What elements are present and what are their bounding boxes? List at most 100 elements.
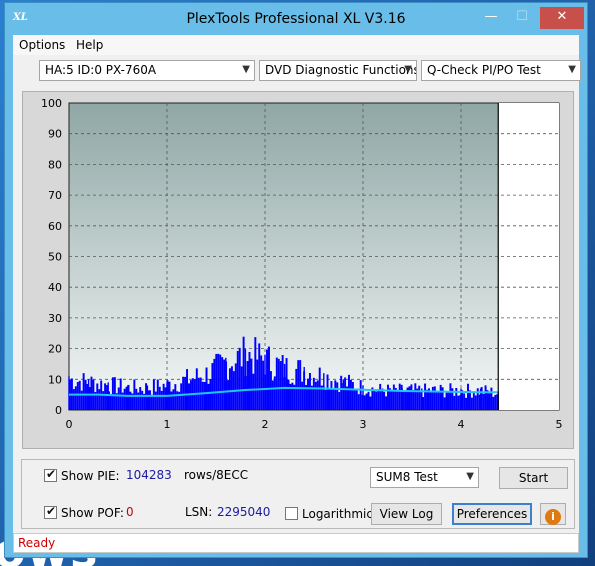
pie-bar [223, 359, 226, 410]
pie-bar [336, 382, 339, 410]
info-icon: i [545, 509, 561, 525]
pie-bar [465, 397, 468, 410]
lsn-label: LSN: [185, 505, 213, 519]
pie-bar [170, 391, 173, 410]
x-tick-label: 5 [556, 418, 563, 431]
sum-test-select[interactable]: SUM8 Test ▼ [370, 467, 479, 488]
pie-bar [308, 373, 311, 410]
pie-bar [98, 389, 101, 410]
pie-bar [299, 360, 302, 410]
pie-bar [418, 385, 421, 410]
lsn-value: 2295040 [217, 505, 271, 519]
pie-bar [188, 383, 190, 410]
pie-bar [76, 382, 79, 410]
logarithmic-label: Logarithmic [302, 507, 373, 521]
pie-bar [449, 383, 452, 410]
pie-bar [207, 383, 210, 410]
pie-bar [254, 337, 257, 410]
pie-bar [275, 357, 278, 410]
pie-bar [295, 368, 298, 410]
y-tick-label: 30 [48, 312, 62, 325]
pie-bar [404, 390, 407, 410]
pie-bar [96, 383, 99, 410]
minimize-button[interactable]: — [477, 7, 505, 29]
pie-bar [281, 355, 284, 410]
y-tick-label: 90 [48, 128, 62, 141]
pie-bar [375, 391, 378, 410]
preferences-button[interactable]: Preferences [452, 503, 532, 525]
pie-bar [447, 391, 450, 410]
pie-bar [470, 397, 473, 410]
checkmark-icon: ✔ [46, 504, 57, 518]
pie-bar [273, 376, 276, 410]
controls-panel: ✔ Show PIE: 104283 rows/8ECC SUM8 Test ▼… [21, 459, 575, 529]
pie-bar [162, 383, 165, 410]
test-select[interactable]: Q-Check PI/PO Test ▼ [421, 60, 581, 81]
drive-select[interactable]: HA:5 ID:0 PX-760A ▼ [39, 60, 255, 81]
pie-bar [90, 376, 93, 410]
pie-bar [424, 383, 427, 410]
show-poe-checkbox[interactable]: ✔ [44, 504, 57, 519]
function-select[interactable]: DVD Diagnostic Functions ▼ [259, 60, 417, 81]
pie-bar-peak [185, 376, 188, 410]
pie-bar [266, 349, 269, 410]
status-bar: Ready [13, 533, 579, 553]
pie-bar [236, 350, 239, 410]
sum-test-value: SUM8 Test [376, 470, 438, 484]
pie-bar [359, 380, 362, 410]
pie-bar [72, 389, 75, 410]
pie-bar [135, 388, 138, 410]
logarithmic-checkbox[interactable] [285, 507, 298, 520]
title-bar[interactable]: XL PlexTools Professional XL V3.16 — ☐ ✕ [5, 3, 587, 37]
close-button[interactable]: ✕ [540, 7, 584, 29]
pie-bar [396, 391, 399, 410]
view-log-button[interactable]: View Log [371, 503, 442, 525]
pie-bar [443, 397, 446, 410]
pie-bar [437, 391, 440, 410]
chevron-down-icon: ▼ [466, 471, 474, 482]
status-text: Ready [18, 536, 56, 550]
pie-bar [353, 389, 356, 410]
y-tick-label: 20 [48, 343, 62, 356]
pie-bar [219, 354, 222, 410]
pie-bar [250, 358, 253, 410]
x-tick-label: 1 [164, 418, 171, 431]
pie-bar [492, 396, 495, 410]
pie-bar [133, 379, 136, 410]
x-tick-label: 4 [458, 418, 465, 431]
start-button[interactable]: Start [499, 467, 568, 489]
pie-bar [277, 358, 280, 410]
app-window: XL PlexTools Professional XL V3.16 — ☐ ✕… [4, 2, 588, 558]
pie-bar [260, 355, 263, 410]
pie-bar [383, 391, 386, 410]
info-button[interactable]: i [540, 503, 566, 525]
pie-bar [349, 379, 352, 410]
pie-bar [398, 383, 401, 410]
y-tick-label: 70 [48, 189, 62, 202]
y-tick-label: 0 [55, 404, 62, 417]
pie-bar [484, 385, 487, 410]
menu-options[interactable]: Options [19, 38, 65, 52]
pie-bar [412, 389, 415, 410]
pie-bar [369, 396, 372, 410]
pie-bar [326, 374, 329, 410]
pie-bar [429, 392, 432, 410]
x-tick-label: 2 [262, 418, 269, 431]
maximize-button[interactable]: ☐ [508, 7, 536, 29]
pie-bar [431, 386, 434, 410]
pie-bar-peak [323, 373, 325, 410]
menu-help[interactable]: Help [76, 38, 103, 52]
pie-bar [203, 382, 206, 410]
pie-bar [390, 390, 393, 410]
pie-bar [164, 387, 167, 410]
show-pie-checkbox[interactable]: ✔ [44, 467, 57, 482]
pie-bar [365, 393, 368, 410]
pie-bar [316, 380, 319, 410]
pie-bar [468, 390, 471, 410]
pi-po-chart: 0 10 20 30 40 50 60 70 80 90 100 0 1 2 3 4 5 [41, 97, 563, 431]
pie-bar [119, 378, 122, 410]
pie-bar [433, 386, 436, 410]
pie-bar [268, 346, 270, 410]
pie-bar [111, 377, 114, 410]
pie-bar [324, 389, 327, 410]
